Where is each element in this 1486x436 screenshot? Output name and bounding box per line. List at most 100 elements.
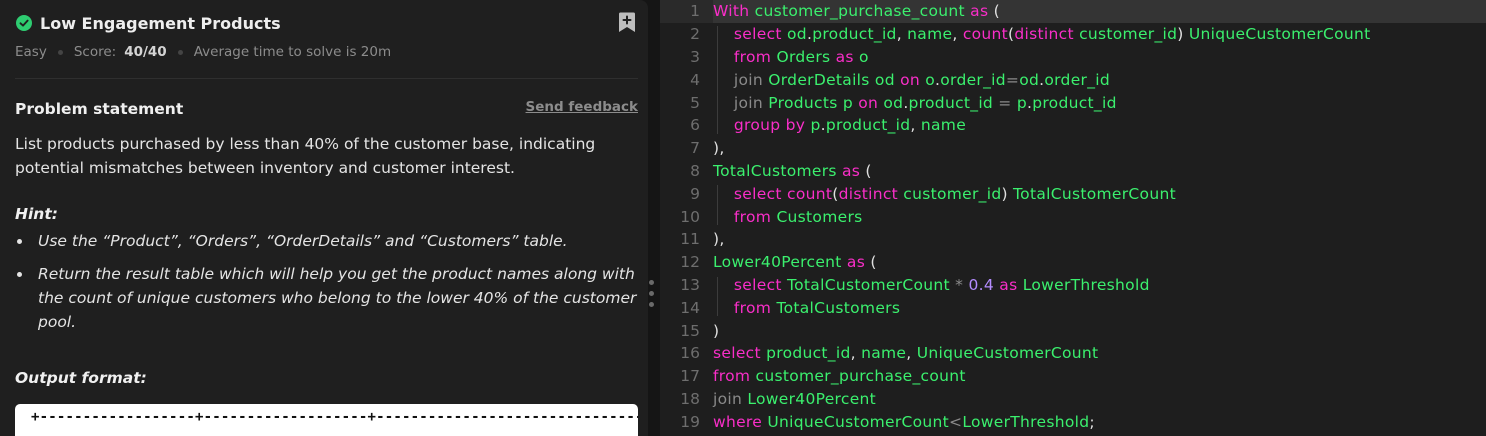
difficulty-label: Easy: [15, 44, 47, 60]
code-line[interactable]: 11),: [660, 228, 1486, 251]
code-token: ): [1001, 184, 1014, 203]
code-text: join OrderDetails od on o. order_id = od. or…: [713, 68, 1486, 91]
code-token: select: [713, 344, 761, 363]
code-token: ): [1177, 25, 1189, 44]
code-token: UniqueCustomerCount: [767, 412, 950, 431]
code-token: count: [962, 25, 1009, 44]
code-token: *: [955, 275, 964, 294]
hint-item: Return the result table which will help …: [15, 262, 637, 334]
code-token: (: [988, 2, 1000, 21]
code-line[interactable]: 4 join OrderDetails od on o. order_id = od.…: [660, 68, 1486, 91]
code-token: p: [842, 93, 853, 112]
code-text: Lower40Percent as (: [713, 251, 1486, 274]
code-token: product_id: [812, 25, 897, 44]
code-token: as: [970, 2, 989, 21]
code-token: od: [787, 25, 807, 44]
code-token: customer_id: [903, 184, 1002, 203]
code-token: name: [907, 25, 953, 44]
output-table-border: +------------------+-------------------+…: [31, 409, 638, 425]
code-token: product_id: [766, 344, 851, 363]
code-text: join Lower40Percent: [713, 388, 1486, 411]
code-token: Products: [768, 93, 838, 112]
code-text: from TotalCustomers: [713, 296, 1486, 319]
separator-dot: [177, 49, 183, 55]
code-text: join Products p on od. product_id = p. pro…: [713, 91, 1486, 114]
send-feedback-link[interactable]: Send feedback: [526, 99, 638, 115]
code-line[interactable]: 2 select od. product_id, name, count(dist…: [660, 23, 1486, 46]
code-line[interactable]: 19 where UniqueCustomerCount < LowerThresho…: [660, 410, 1486, 433]
statement-heading: Problem statement: [15, 100, 184, 118]
code-text: ): [713, 319, 1486, 342]
line-number: 2: [690, 25, 700, 44]
code-token: ),: [713, 139, 725, 158]
hint-list: Use the “Product”, “Orders”, “OrderDetai…: [15, 229, 637, 343]
line-number: 17: [680, 367, 700, 386]
code-line[interactable]: 17 from customer_purchase_count: [660, 365, 1486, 388]
code-token: =: [1005, 70, 1020, 89]
code-token: LowerThreshold: [962, 412, 1090, 431]
code-text: select od. product_id, name, count(distin…: [713, 23, 1486, 46]
code-token: distinct: [1014, 25, 1074, 44]
code-line[interactable]: 3 from Orders as o: [660, 46, 1486, 69]
code-token: ,: [896, 25, 908, 44]
code-editor[interactable]: 1 With customer_purchase_count as (2 sele…: [660, 0, 1486, 436]
separator-dot: [57, 49, 63, 55]
code-token: as: [846, 253, 866, 272]
output-format-table: +------------------+-------------------+…: [15, 404, 638, 436]
solved-check-icon: [16, 15, 32, 31]
code-token: customer_purchase_count: [755, 367, 966, 386]
code-line[interactable]: 16 select product_id, name, UniqueCustome…: [660, 342, 1486, 365]
code-text: ),: [713, 137, 1486, 160]
problem-statement: List products purchased by less than 40%…: [15, 135, 596, 177]
code-token: select: [733, 184, 782, 203]
panel-resize-handle[interactable]: [648, 270, 656, 330]
code-token: name: [920, 116, 967, 135]
code-line[interactable]: 13 select TotalCustomerCount * 0.4 as Lo…: [660, 274, 1486, 297]
line-number: 11: [680, 230, 700, 249]
code-line[interactable]: 1 With customer_purchase_count as (: [660, 0, 1486, 23]
code-token: order_id: [1044, 70, 1111, 89]
code-token: as: [835, 47, 854, 66]
code-line[interactable]: 5 join Products p on od. product_id = p.p…: [660, 91, 1486, 114]
code-token: as: [999, 275, 1018, 294]
code-line[interactable]: 9 select count(distinct customer_id) Tot…: [660, 182, 1486, 205]
line-number: 3: [690, 47, 700, 66]
score-label: Score:: [73, 44, 117, 60]
code-line[interactable]: 14 from TotalCustomers: [660, 296, 1486, 319]
code-token: ,: [850, 344, 862, 363]
line-number: 15: [680, 321, 700, 340]
code-line[interactable]: 12 Lower40Percent as (: [660, 251, 1486, 274]
code-token: product_id: [825, 116, 911, 135]
code-text: select count(distinct customer_id) Total…: [713, 182, 1486, 205]
code-text: group by p. product_id, name: [713, 114, 1486, 137]
line-number: 4: [690, 70, 700, 89]
code-line[interactable]: 6 group by p. product_id, name: [660, 114, 1486, 137]
line-number: 7: [690, 139, 700, 158]
code-token: od: [1019, 70, 1040, 89]
bookmark-add-icon[interactable]: [618, 12, 636, 33]
line-number: 8: [690, 161, 700, 180]
code-line[interactable]: 8 TotalCustomers as (: [660, 160, 1486, 183]
indent-guide: [717, 185, 718, 225]
code-token: OrderDetails: [768, 70, 870, 89]
indent-guide: [717, 276, 718, 317]
code-text: where UniqueCustomerCount < LowerThreshold…: [713, 410, 1486, 433]
code-line[interactable]: 18 join Lower40Percent: [660, 388, 1486, 411]
code-token: from: [733, 207, 772, 226]
code-text: With customer_purchase_count as (: [713, 0, 1486, 23]
problem-title: Low Engagement Products: [40, 13, 281, 33]
line-number: 16: [680, 344, 700, 363]
code-token: ,: [906, 344, 917, 363]
code-line[interactable]: 15): [660, 319, 1486, 342]
code-line[interactable]: 10 from Customers: [660, 205, 1486, 228]
code-token: customer_purchase_count: [754, 2, 965, 21]
line-number: 10: [680, 207, 700, 226]
code-token: on: [900, 70, 920, 89]
code-text: from Customers: [713, 205, 1486, 228]
code-token: Orders: [776, 47, 831, 66]
code-token: Lower40Percent: [747, 389, 877, 408]
line-number: 6: [690, 116, 700, 135]
code-token: (: [860, 161, 872, 180]
code-token: od: [874, 70, 895, 89]
code-line[interactable]: 7),: [660, 137, 1486, 160]
